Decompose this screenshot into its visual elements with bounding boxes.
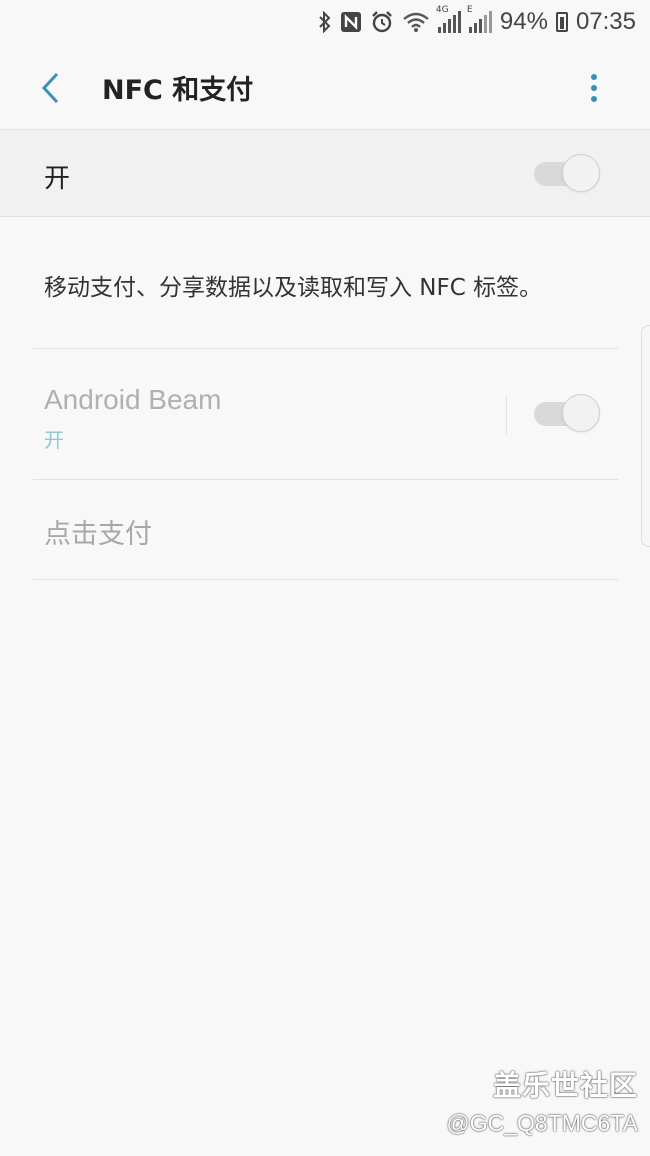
nfc-master-toggle[interactable]	[534, 154, 602, 192]
network-e-label: E	[466, 5, 473, 15]
watermark-brand: 盖乐世社区	[492, 1069, 638, 1102]
more-vert-icon	[591, 74, 597, 80]
android-beam-status: 开	[44, 428, 64, 452]
vertical-divider	[506, 396, 507, 434]
nfc-icon	[340, 11, 362, 33]
watermark-user: @GC_Q8TMC6TA	[446, 1110, 638, 1136]
master-switch-label: 开	[44, 164, 71, 194]
android-beam-toggle[interactable]	[534, 394, 602, 432]
app-bar: NFC 和支付	[0, 44, 650, 130]
clock: 07:35	[575, 8, 636, 35]
scroll-indicator[interactable]	[641, 325, 650, 547]
page-title: NFC 和支付	[102, 75, 254, 106]
back-button[interactable]	[30, 66, 70, 110]
divider	[33, 579, 618, 580]
signal-e-icon: E	[467, 5, 492, 33]
android-beam-title: Android Beam	[44, 384, 222, 415]
status-bar: 4G E 94% 07:35	[0, 0, 650, 44]
watermark: 盖乐世社区 @GC_Q8TMC6TA	[446, 1064, 638, 1137]
nfc-master-switch-bar[interactable]: 开	[0, 129, 650, 217]
tap-and-pay-item[interactable]: 点击支付	[44, 512, 152, 551]
signal-4g-icon: 4G	[436, 5, 461, 33]
network-4g-label: 4G	[435, 5, 449, 15]
battery-icon	[555, 12, 568, 32]
more-options-button[interactable]	[580, 68, 608, 108]
wifi-icon	[402, 11, 430, 33]
nfc-description: 移动支付、分享数据以及读取和写入 NFC 标签。	[44, 275, 543, 301]
divider	[33, 348, 618, 349]
battery-percent: 94%	[499, 8, 548, 35]
android-beam-row[interactable]: Android Beam 开	[0, 350, 650, 480]
alarm-icon	[370, 11, 394, 33]
divider	[33, 479, 618, 480]
chevron-left-icon	[41, 72, 59, 104]
bluetooth-icon	[318, 11, 332, 33]
